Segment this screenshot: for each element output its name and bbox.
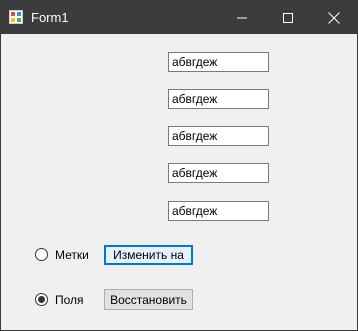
text-field-4[interactable]: [168, 163, 269, 183]
text-field-5[interactable]: [168, 201, 269, 221]
maximize-button[interactable]: [265, 1, 311, 34]
change-to-button[interactable]: Изменить на: [104, 245, 193, 265]
radio-fields-label[interactable]: Поля: [55, 293, 84, 307]
close-button[interactable]: [311, 1, 357, 34]
text-field-1[interactable]: [168, 52, 269, 72]
winforms-app-icon: [9, 10, 23, 24]
text-field-3[interactable]: [168, 126, 269, 146]
radio-selected-dot: [38, 296, 45, 303]
minimize-icon: [237, 17, 247, 18]
radio-labels-label[interactable]: Метки: [55, 248, 89, 262]
title-bar[interactable]: Form1: [1, 1, 357, 34]
close-icon: [328, 11, 340, 24]
window-title: Form1: [31, 10, 69, 25]
minimize-button[interactable]: [219, 1, 265, 34]
form-window: Form1 Метки Изменить на Поля Восстановит…: [0, 0, 358, 331]
restore-button[interactable]: Восстановить: [104, 289, 193, 310]
text-field-2[interactable]: [168, 89, 269, 109]
radio-fields[interactable]: [35, 293, 48, 306]
radio-labels[interactable]: [35, 248, 48, 261]
maximize-icon: [283, 12, 293, 23]
